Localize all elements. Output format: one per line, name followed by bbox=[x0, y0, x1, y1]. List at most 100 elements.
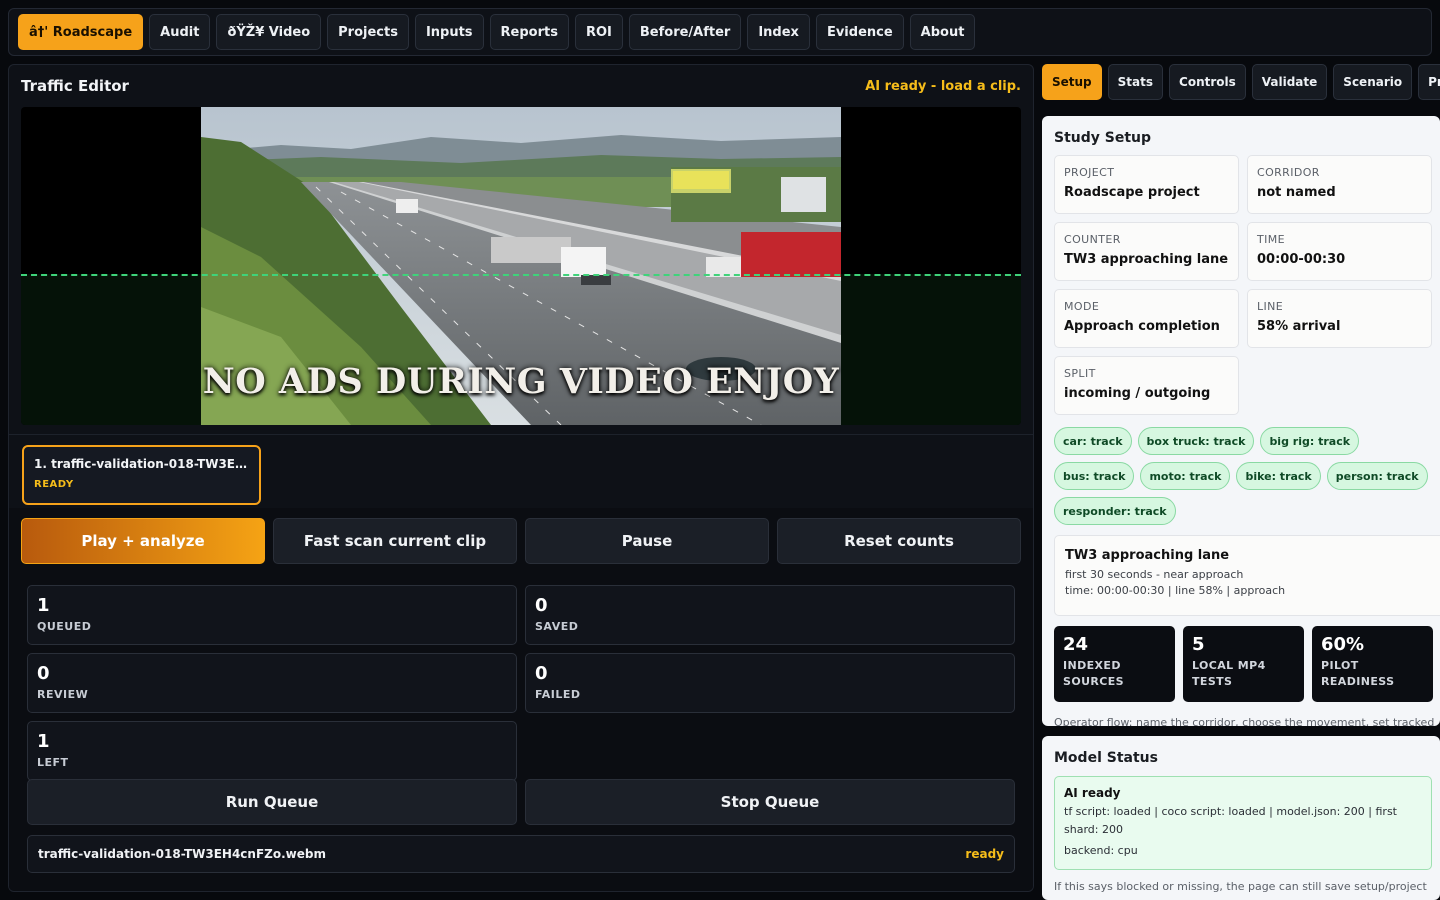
traffic-editor-panel: Traffic Editor AI ready - load a clip. N… bbox=[8, 64, 1034, 892]
clip-status: READY bbox=[34, 479, 74, 490]
summary-details: time: 00:00-00:30 | line 58% | approach bbox=[1065, 584, 1286, 597]
nav-before-after[interactable]: Before/After bbox=[628, 14, 742, 50]
reset-counts-button[interactable]: Reset counts bbox=[777, 518, 1021, 564]
chip-responder[interactable]: responder: track bbox=[1054, 497, 1176, 525]
field-value: Approach completion bbox=[1064, 319, 1220, 334]
metric-label: PILOT READINESS bbox=[1321, 658, 1424, 690]
metric-local-mp4-tests: 5 LOCAL MP4 TESTS bbox=[1183, 626, 1304, 702]
video-player[interactable]: NO ADS DURING VIDEO ENJOY bbox=[21, 107, 1021, 425]
nav-index[interactable]: Index bbox=[747, 14, 810, 50]
model-status-title: Model Status bbox=[1054, 750, 1158, 766]
metric-label-line: SOURCES bbox=[1063, 675, 1124, 688]
model-backend: backend: cpu bbox=[1064, 844, 1138, 857]
stat-label: LEFT bbox=[37, 756, 69, 769]
field-label: TIME bbox=[1257, 233, 1286, 246]
field-corridor[interactable]: CORRIDOR not named bbox=[1247, 155, 1432, 214]
chip-moto[interactable]: moto: track bbox=[1140, 462, 1231, 490]
count-line[interactable] bbox=[21, 274, 1021, 276]
tab-scenario[interactable]: Scenario bbox=[1333, 64, 1413, 100]
nav-about[interactable]: About bbox=[909, 14, 976, 50]
model-note: If this says blocked or missing, the pag… bbox=[1054, 880, 1427, 893]
stat-value: 1 bbox=[37, 595, 50, 616]
stat-label: QUEUED bbox=[37, 620, 92, 633]
metric-value: 24 bbox=[1063, 634, 1089, 655]
chip-box-truck[interactable]: box truck: track bbox=[1137, 427, 1255, 455]
tab-stats[interactable]: Stats bbox=[1107, 64, 1164, 100]
tab-controls[interactable]: Controls bbox=[1169, 64, 1246, 100]
field-project[interactable]: PROJECT Roadscape project bbox=[1054, 155, 1239, 214]
play-analyze-button[interactable]: Play + analyze bbox=[21, 518, 265, 564]
nav-roadscape[interactable]: â†' Roadscape bbox=[18, 14, 144, 50]
field-label: LINE bbox=[1257, 300, 1284, 313]
queue-file-row[interactable]: traffic-validation-018-TW3EH4cnFZo.webm … bbox=[27, 835, 1015, 873]
video-overlay-text: NO ADS DURING VIDEO ENJOY bbox=[202, 361, 840, 402]
model-status-card: Model Status AI ready tf script: loaded … bbox=[1042, 736, 1440, 900]
stat-saved: 0 SAVED bbox=[525, 585, 1015, 645]
field-value: 00:00-00:30 bbox=[1257, 252, 1346, 267]
nav-projects[interactable]: Projects bbox=[327, 14, 409, 50]
field-value: not named bbox=[1257, 185, 1336, 200]
ai-status: AI ready - load a clip. bbox=[865, 78, 1021, 94]
chip-big-rig[interactable]: big rig: track bbox=[1260, 427, 1360, 455]
stat-label: REVIEW bbox=[37, 688, 89, 701]
nav-inputs[interactable]: Inputs bbox=[414, 14, 484, 50]
metric-label: LOCAL MP4 TESTS bbox=[1192, 658, 1295, 690]
tab-validate[interactable]: Validate bbox=[1251, 64, 1328, 100]
field-value: Roadscape project bbox=[1064, 185, 1200, 200]
metric-label-line: READINESS bbox=[1321, 675, 1395, 688]
setup-fields: PROJECT Roadscape project CORRIDOR not n… bbox=[1054, 155, 1432, 415]
stat-value: 1 bbox=[37, 731, 50, 752]
nav-audit[interactable]: Audit bbox=[149, 14, 211, 50]
divider bbox=[9, 434, 1033, 435]
clip-name: 1. traffic-validation-018-TW3EH4cn... bbox=[34, 457, 249, 471]
tab-projects[interactable]: Projec bbox=[1418, 64, 1440, 100]
clip-card[interactable]: 1. traffic-validation-018-TW3EH4cn... RE… bbox=[22, 445, 261, 505]
readiness-metrics: 24 INDEXED SOURCES 5 LOCAL MP4 TESTS 60% P… bbox=[1054, 626, 1440, 702]
fast-scan-button[interactable]: Fast scan current clip bbox=[273, 518, 517, 564]
study-setup-title: Study Setup bbox=[1054, 130, 1152, 146]
field-split[interactable]: SPLIT incoming / outgoing bbox=[1054, 356, 1239, 415]
chip-bus[interactable]: bus: track bbox=[1054, 462, 1135, 490]
stat-label: FAILED bbox=[535, 688, 581, 701]
field-label: CORRIDOR bbox=[1257, 166, 1320, 179]
nav-reports[interactable]: Reports bbox=[489, 14, 569, 50]
chip-car[interactable]: car: track bbox=[1054, 427, 1132, 455]
stop-queue-button[interactable]: Stop Queue bbox=[525, 779, 1015, 825]
summary-title: TW3 approaching lane bbox=[1065, 548, 1230, 563]
metric-value: 5 bbox=[1192, 634, 1205, 655]
video-frame: NO ADS DURING VIDEO ENJOY bbox=[201, 107, 841, 425]
field-counter[interactable]: COUNTER TW3 approaching lane bbox=[1054, 222, 1239, 281]
class-chips: car: track box truck: track big rig: tra… bbox=[1054, 427, 1440, 525]
nav-roi[interactable]: ROI bbox=[574, 14, 623, 50]
right-tabs: Setup Stats Controls Validate Scenario P… bbox=[1042, 64, 1440, 100]
nav-evidence[interactable]: Evidence bbox=[815, 14, 904, 50]
stat-value: 0 bbox=[37, 663, 50, 684]
model-status-box: AI ready tf script: loaded | coco script… bbox=[1054, 776, 1432, 870]
field-mode[interactable]: MODE Approach completion bbox=[1054, 289, 1239, 348]
stat-value: 0 bbox=[535, 663, 548, 684]
chip-bike[interactable]: bike: track bbox=[1236, 462, 1321, 490]
metric-pilot-readiness: 60% PILOT READINESS bbox=[1312, 626, 1433, 702]
field-line[interactable]: LINE 58% arrival bbox=[1247, 289, 1432, 348]
field-label: MODE bbox=[1064, 300, 1100, 313]
field-label: SPLIT bbox=[1064, 367, 1096, 380]
field-label: PROJECT bbox=[1064, 166, 1115, 179]
stat-queued: 1 QUEUED bbox=[27, 585, 517, 645]
field-label: COUNTER bbox=[1064, 233, 1121, 246]
tab-setup[interactable]: Setup bbox=[1042, 64, 1102, 100]
chip-person[interactable]: person: track bbox=[1326, 462, 1428, 490]
operator-flow-note: Operator flow: name the corridor, choose… bbox=[1054, 716, 1435, 726]
field-value: incoming / outgoing bbox=[1064, 386, 1211, 401]
pause-button[interactable]: Pause bbox=[525, 518, 769, 564]
metric-label-line: TESTS bbox=[1192, 675, 1233, 688]
top-nav: â†' Roadscape Audit ðŸŽ¥ Video Projects … bbox=[8, 8, 1432, 56]
stat-failed: 0 FAILED bbox=[525, 653, 1015, 713]
run-queue-button[interactable]: Run Queue bbox=[27, 779, 517, 825]
nav-video[interactable]: ðŸŽ¥ Video bbox=[216, 14, 322, 50]
action-row: Play + analyze Fast scan current clip Pa… bbox=[21, 518, 1021, 564]
counter-summary: TW3 approaching lane first 30 seconds - … bbox=[1054, 535, 1440, 616]
field-value: 58% arrival bbox=[1257, 319, 1341, 334]
metric-label-line: PILOT bbox=[1321, 659, 1359, 672]
metric-label-line: LOCAL MP4 bbox=[1192, 659, 1266, 672]
field-time[interactable]: TIME 00:00-00:30 bbox=[1247, 222, 1432, 281]
